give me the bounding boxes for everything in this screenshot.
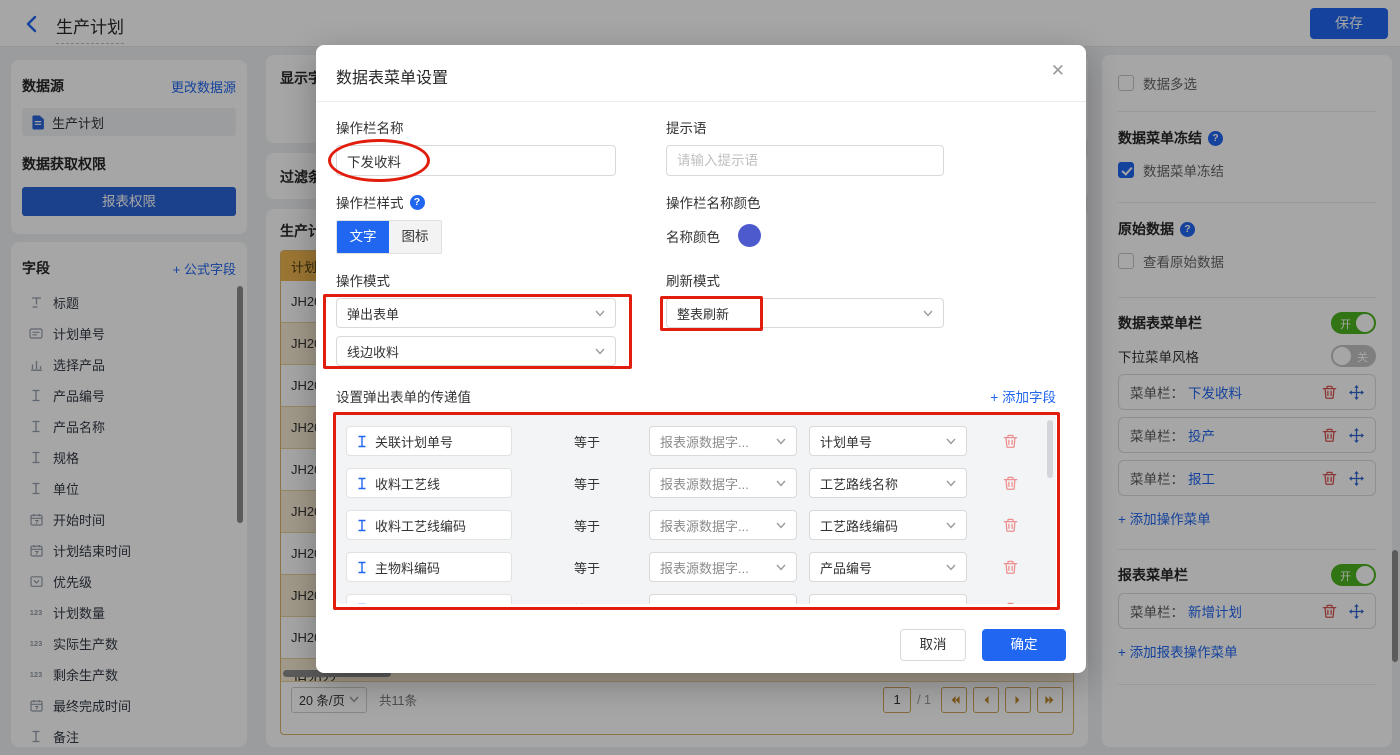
refresh-mode-value: 整表刷新 [677,306,730,322]
text-field-icon [356,561,368,574]
dialog-title: 数据表菜单设置 [336,70,449,87]
chevron-down-icon [776,564,786,571]
name-color-label: 操作栏名称颜色 [666,196,761,211]
cancel-button[interactable]: 取消 [900,629,966,661]
chevron-down-icon [776,438,786,445]
source-field-value: 报表源数据字... [660,560,749,576]
action-mode-form-select[interactable]: 线边收料 [336,336,616,366]
transfer-row: 等于 [346,594,1046,604]
target-field-value: 工艺路线编码 [820,518,899,534]
chevron-down-icon [946,480,956,487]
trash-icon[interactable] [1003,476,1018,491]
refresh-mode-label: 刷新模式 [666,274,720,289]
color-swatch[interactable] [738,224,761,247]
source-field-select[interactable]: 报表源数据字... [649,552,797,582]
source-field-value: 报表源数据字... [660,518,749,534]
trash-icon[interactable] [1003,560,1018,575]
transfer-row: 关联计划单号 等于 报表源数据字... 计划单号 [346,426,1046,456]
transfer-row: 收料工艺线 等于 报表源数据字... 工艺路线名称 [346,468,1046,498]
table-menu-settings-dialog: 数据表菜单设置 ✕ 操作栏名称 提示语 [316,45,1086,673]
text-field-icon [356,519,368,532]
source-field-value: 报表源数据字... [660,434,749,450]
action-mode-form-value: 线边收料 [347,344,400,360]
target-field-value: 产品编号 [820,560,873,576]
transfer-field-box[interactable]: 收料工艺线编码 [346,510,512,540]
transfer-title: 设置弹出表单的传递值 [336,390,471,405]
operator-label: 等于 [574,434,601,450]
transfer-field-box[interactable]: 关联计划单号 [346,426,512,456]
text-field-icon [356,603,368,604]
source-field-value: 报表源数据字... [660,476,749,492]
style-tab-图标[interactable]: 图标 [389,221,441,253]
operator-label: 等于 [574,476,601,492]
tip-label: 提示语 [666,121,707,136]
operator-label: 等于 [574,560,601,576]
chevron-down-icon [946,564,956,571]
target-field-select[interactable]: 工艺路线名称 [809,468,967,498]
action-name-input[interactable] [336,145,616,176]
transfer-row: 收料工艺线编码 等于 报表源数据字... 工艺路线编码 [346,510,1046,540]
text-field-icon [356,477,368,490]
transfer-field-label: 收料工艺线 [375,476,441,492]
text-field-icon [356,435,368,448]
close-icon[interactable]: ✕ [1051,62,1065,79]
style-segmented-control: 文字 图标 [336,220,442,254]
transfer-field-box[interactable]: 主物料编码 [346,552,512,582]
trash-icon[interactable] [1003,518,1018,533]
target-field-select[interactable]: 工艺路线编码 [809,510,967,540]
confirm-button[interactable]: 确定 [982,629,1066,661]
name-color-text: 名称颜色 [666,229,720,245]
target-field-select[interactable]: 产品编号 [809,552,967,582]
operator-label: 等于 [574,600,604,605]
transfer-field-label: 关联计划单号 [375,434,454,450]
transfer-row: 主物料编码 等于 报表源数据字... 产品编号 [346,552,1046,582]
style-tab-文字[interactable]: 文字 [337,221,389,253]
target-field-value: 计划单号 [820,434,873,450]
action-name-label: 操作栏名称 [336,121,404,136]
transfer-field-box[interactable] [346,594,512,604]
source-field-select[interactable]: 报表源数据字... [649,510,797,540]
tip-input[interactable] [666,145,944,176]
help-icon[interactable] [409,194,425,210]
source-field-select[interactable] [649,594,797,604]
chevron-down-icon [595,348,605,355]
style-label: 操作栏样式 [336,196,404,211]
transfer-field-label: 收料工艺线编码 [375,518,467,534]
add-field-link[interactable]: + 添加字段 [990,386,1056,406]
chevron-down-icon [776,480,786,487]
transfer-scrollbar-thumb[interactable] [1047,420,1053,478]
chevron-down-icon [595,310,605,317]
target-field-select[interactable] [809,594,967,604]
target-field-value: 工艺路线名称 [820,476,899,492]
source-field-select[interactable]: 报表源数据字... [649,468,797,498]
action-mode-label: 操作模式 [336,274,390,289]
target-field-select[interactable]: 计划单号 [809,426,967,456]
app-window: 生产计划 保存 数据源 更改数据源 生产计划 数据获取权限 报表权限 字段 + … [0,0,1400,755]
action-mode-value: 弹出表单 [347,306,400,322]
chevron-down-icon [923,310,933,317]
transfer-field-box[interactable]: 收料工艺线 [346,468,512,498]
chevron-down-icon [776,522,786,529]
chevron-down-icon [946,522,956,529]
trash-icon[interactable] [1003,434,1018,449]
transfer-rows-container: 关联计划单号 等于 报表源数据字... 计划单号 收料工艺线 等于 报表源数据字... 工艺路… [336,414,1056,604]
refresh-mode-select[interactable]: 整表刷新 [666,298,944,328]
transfer-field-label: 主物料编码 [375,560,441,576]
action-mode-select[interactable]: 弹出表单 [336,298,616,328]
trash-icon[interactable] [1003,602,1018,604]
chevron-down-icon [946,438,956,445]
operator-label: 等于 [574,518,601,534]
source-field-select[interactable]: 报表源数据字... [649,426,797,456]
